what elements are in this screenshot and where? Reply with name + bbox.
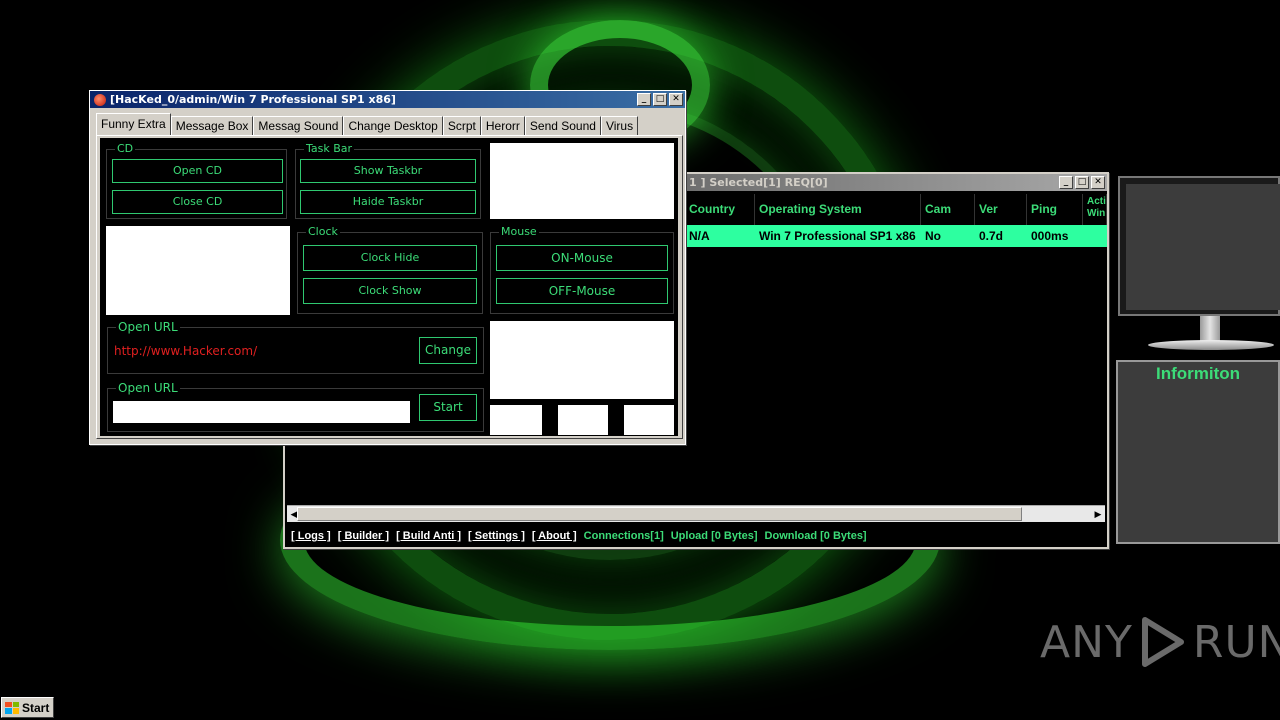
- small-box-2: [558, 405, 608, 435]
- on-mouse-button[interactable]: ON-Mouse: [496, 245, 668, 271]
- app-icon: [94, 93, 106, 106]
- table-row[interactable]: N/A Win 7 Professional SP1 x86 No 0.7d 0…: [685, 225, 1107, 247]
- main-window-title: [HacKed_0/admin/Win 7 Professional SP1 x…: [110, 93, 396, 106]
- download-status: Download [0 Bytes]: [764, 530, 867, 542]
- cd-group-label: CD: [115, 142, 136, 155]
- mouse-group-label: Mouse: [499, 225, 539, 238]
- open-url-start-label: Open URL: [116, 381, 180, 395]
- monitor-graphic: [1118, 176, 1280, 354]
- clock-hide-button[interactable]: Clock Hide: [303, 245, 477, 271]
- cell-cam: No: [925, 229, 941, 243]
- tab-virus[interactable]: Virus: [600, 116, 639, 135]
- monitor-neck: [1200, 316, 1220, 342]
- minimize-icon[interactable]: _: [637, 93, 651, 106]
- scroll-right-icon[interactable]: ▶: [1091, 506, 1105, 522]
- start-label: Start: [22, 700, 50, 715]
- about-link[interactable]: [ About ]: [532, 530, 577, 542]
- open-url-start-group: Open URL Start: [107, 381, 484, 432]
- tab-panel: CD Open CD Close CD Task Bar Show Taskbr…: [96, 135, 683, 439]
- monitor-base: [1148, 340, 1274, 350]
- connections-status: Connections[1]: [583, 530, 664, 542]
- cell-ver: 0.7d: [979, 229, 1004, 243]
- clock-group-label: Clock: [306, 225, 340, 238]
- tab-change-desktop[interactable]: Change Desktop: [343, 116, 443, 135]
- cd-group: CD Open CD Close CD: [106, 142, 287, 219]
- open-cd-button[interactable]: Open CD: [112, 159, 283, 183]
- preview-box-top: [490, 143, 674, 219]
- preview-box-right: [490, 321, 674, 399]
- cell-country: N/A: [689, 229, 710, 243]
- clock-group: Clock Clock Hide Clock Show: [297, 225, 483, 314]
- tab-message-box[interactable]: Message Box: [170, 116, 254, 135]
- clock-show-button[interactable]: Clock Show: [303, 278, 477, 304]
- builder-link[interactable]: [ Builder ]: [338, 530, 389, 542]
- url-input[interactable]: [113, 401, 410, 423]
- cell-ping: 000ms: [1031, 229, 1069, 243]
- funny-extra-window: [HacKed_0/admin/Win 7 Professional SP1 x…: [89, 90, 686, 445]
- tab-herorr[interactable]: Herorr: [480, 116, 525, 135]
- clients-statusbar: [ Logs ] [ Builder ] [ Build Anti ] [ Se…: [287, 525, 1105, 547]
- change-url-button[interactable]: Change: [419, 337, 477, 364]
- build-anti-link[interactable]: [ Build Anti ]: [396, 530, 461, 542]
- col-ver[interactable]: Ver: [975, 194, 1027, 225]
- col-cam[interactable]: Cam: [921, 194, 975, 225]
- settings-link[interactable]: [ Settings ]: [468, 530, 525, 542]
- maximize-icon[interactable]: □: [653, 93, 667, 106]
- col-country[interactable]: Country: [685, 194, 755, 225]
- cell-operating-system: Win 7 Professional SP1 x86: [759, 229, 916, 243]
- preview-box-left: [106, 226, 290, 315]
- info-panel: Informiton: [1116, 360, 1280, 544]
- tab-messag-sound[interactable]: Messag Sound: [253, 116, 344, 135]
- taskbar-group: Task Bar Show Taskbr Haide Taskbr: [295, 142, 481, 219]
- clients-list-header: Country Operating System Cam Ver Ping Ac…: [685, 194, 1107, 225]
- logs-link[interactable]: [ Logs ]: [291, 530, 331, 542]
- taskbar-group-label: Task Bar: [304, 142, 355, 155]
- col-operating-system[interactable]: Operating System: [755, 194, 921, 225]
- main-titlebar[interactable]: [HacKed_0/admin/Win 7 Professional SP1 x…: [90, 91, 685, 108]
- start-button[interactable]: Start: [1, 697, 54, 718]
- clients-titlebar[interactable]: 1 ] Selected[1] REQ[0] _ □ ✕: [685, 174, 1107, 191]
- close-cd-button[interactable]: Close CD: [112, 190, 283, 214]
- windows-logo-icon: [5, 701, 19, 714]
- desktop: 1 ] Selected[1] REQ[0] _ □ ✕ Country Ope…: [0, 0, 1280, 720]
- play-logo-icon: [1141, 617, 1184, 667]
- start-url-button[interactable]: Start: [419, 394, 477, 421]
- tab-send-sound[interactable]: Send Sound: [524, 116, 601, 135]
- funny-extra-content: CD Open CD Close CD Task Bar Show Taskbr…: [100, 138, 678, 436]
- close-icon[interactable]: ✕: [669, 93, 683, 106]
- url-value: http://www.Hacker.com/: [114, 344, 258, 358]
- small-box-1: [490, 405, 542, 435]
- info-panel-title: Informiton: [1155, 364, 1241, 383]
- monitor-screen: [1126, 184, 1280, 310]
- tab-funny-extra[interactable]: Funny Extra: [96, 113, 171, 135]
- scrollbar-thumb[interactable]: [297, 507, 1022, 521]
- watermark-text-right: RUN: [1192, 616, 1280, 668]
- anyrun-watermark: ANY RUN: [1040, 612, 1280, 672]
- open-url-group: Open URL http://www.Hacker.com/ Change: [107, 320, 484, 374]
- off-mouse-button[interactable]: OFF-Mouse: [496, 278, 668, 304]
- mouse-group: Mouse ON-Mouse OFF-Mouse: [490, 225, 674, 314]
- open-url-label: Open URL: [116, 320, 180, 334]
- small-box-3: [624, 405, 674, 435]
- close-icon[interactable]: ✕: [1091, 176, 1105, 189]
- watermark-text-left: ANY: [1040, 616, 1133, 668]
- upload-status: Upload [0 Bytes]: [670, 530, 758, 542]
- horizontal-scrollbar[interactable]: ◀ ▶: [287, 505, 1105, 522]
- col-active-window[interactable]: Acti Win: [1083, 194, 1107, 225]
- maximize-icon[interactable]: □: [1075, 176, 1089, 189]
- monitor-frame: [1118, 176, 1280, 316]
- col-ping[interactable]: Ping: [1027, 194, 1083, 225]
- tab-strip: Funny Extra Message Box Messag Sound Cha…: [96, 113, 639, 135]
- tab-scrpt[interactable]: Scrpt: [442, 116, 481, 135]
- show-taskbar-button[interactable]: Show Taskbr: [300, 159, 476, 183]
- hide-taskbar-button[interactable]: Haide Taskbr: [300, 190, 476, 214]
- minimize-icon[interactable]: _: [1059, 176, 1073, 189]
- clients-window-title: 1 ] Selected[1] REQ[0]: [689, 176, 828, 189]
